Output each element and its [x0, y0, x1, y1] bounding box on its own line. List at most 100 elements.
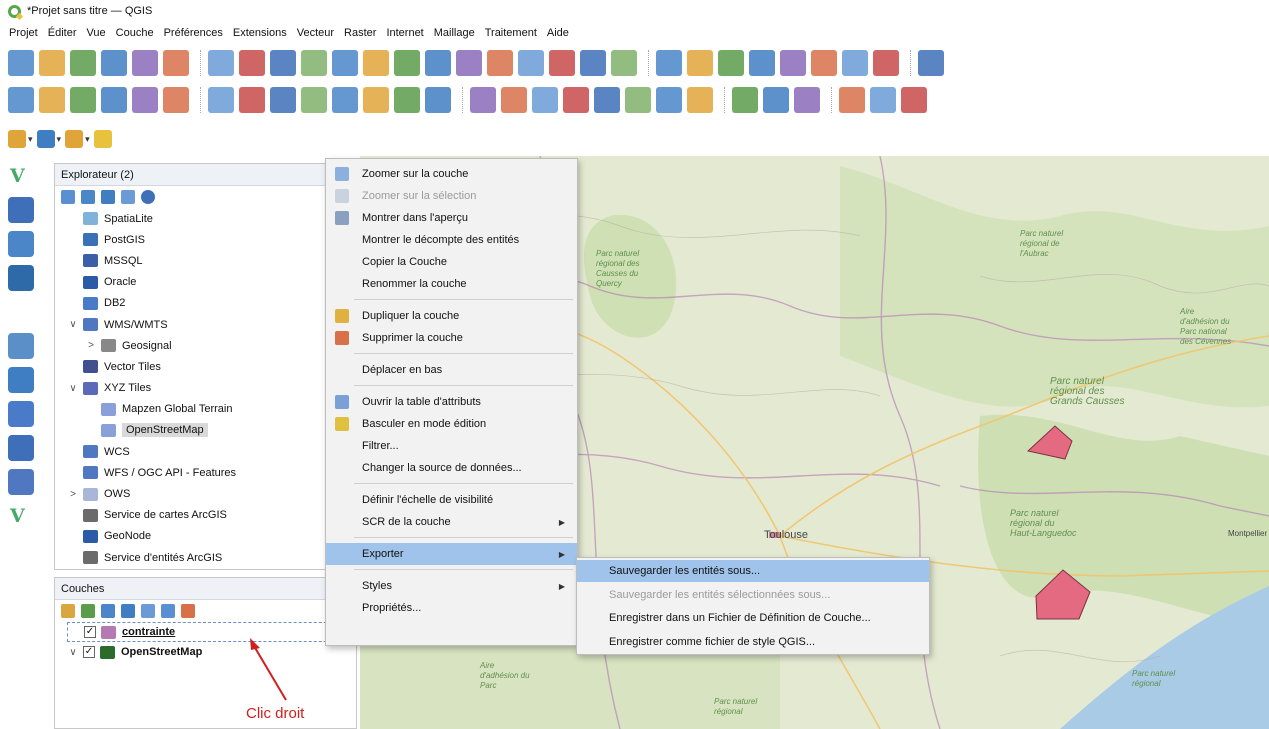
context-menu-item[interactable]: Renommer la couche: [326, 273, 577, 295]
redo-icon[interactable]: [425, 87, 451, 113]
filter-legend-icon[interactable]: [121, 604, 135, 618]
menu-projet[interactable]: Projet: [4, 27, 43, 39]
save-project-icon[interactable]: [70, 50, 96, 76]
dropdown-arrow-icon[interactable]: ▾: [85, 134, 90, 145]
layer-visibility-checkbox[interactable]: ✓: [84, 626, 96, 638]
context-menu-item[interactable]: Zoomer sur la couche: [326, 163, 577, 185]
select-icon[interactable]: [873, 50, 899, 76]
menu-editer[interactable]: Éditer: [43, 27, 82, 39]
identify-icon[interactable]: [656, 50, 682, 76]
menu-vecteur[interactable]: Vecteur: [292, 27, 339, 39]
attribute-table-icon[interactable]: [687, 50, 713, 76]
add-virtual-layer-icon[interactable]: [8, 333, 34, 359]
browser-item[interactable]: MSSQL: [67, 250, 356, 271]
context-menu-item[interactable]: Exporter ▶: [326, 543, 577, 565]
field-calculator-icon[interactable]: [718, 50, 744, 76]
deselect-icon[interactable]: [65, 130, 84, 148]
expander-icon[interactable]: ∨: [67, 383, 79, 394]
layer-item[interactable]: ✓ contrainte: [67, 622, 352, 642]
browser-item[interactable]: ∨ WMS/WMTS: [67, 314, 356, 335]
context-menu-item[interactable]: Basculer en mode édition: [326, 413, 577, 435]
export-submenu-item[interactable]: Enregistrer dans un Fichier de Définitio…: [577, 607, 929, 629]
zoom-full-icon[interactable]: [332, 50, 358, 76]
browser-item[interactable]: > OWS: [67, 483, 356, 504]
browser-item[interactable]: GeoNode: [67, 526, 356, 547]
geoprocessing-icon[interactable]: [794, 87, 820, 113]
zoom-next-icon[interactable]: [487, 50, 513, 76]
save-as-icon[interactable]: [101, 50, 127, 76]
expander-icon[interactable]: ∨: [67, 647, 79, 658]
add-wms-icon[interactable]: [8, 401, 34, 427]
add-delimited-text-icon[interactable]: [8, 265, 34, 291]
layer-item[interactable]: ∨ ✓ OpenStreetMap: [67, 642, 356, 662]
context-menu-item[interactable]: Définir l'échelle de visibilité: [326, 489, 577, 511]
dropdown-arrow-icon[interactable]: ▾: [28, 134, 33, 145]
collapse-all-icon[interactable]: [161, 604, 175, 618]
browser-item[interactable]: SpatiaLite: [67, 208, 356, 229]
label-rotate-icon[interactable]: [563, 87, 589, 113]
save-edits-icon[interactable]: [163, 87, 189, 113]
select-features-icon[interactable]: [8, 130, 26, 148]
statistics-icon[interactable]: [780, 50, 806, 76]
context-menu-item[interactable]: Déplacer en bas: [326, 359, 577, 381]
label-move-icon[interactable]: [532, 87, 558, 113]
python-icon[interactable]: [839, 87, 865, 113]
menu-couche[interactable]: Couche: [111, 27, 159, 39]
globe-icon[interactable]: [763, 87, 789, 113]
label-pin-icon[interactable]: [501, 87, 527, 113]
browser-item[interactable]: PostGIS: [67, 229, 356, 250]
add-feature-icon[interactable]: [208, 87, 234, 113]
refresh-icon[interactable]: [81, 190, 95, 204]
menu-preferences[interactable]: Préférences: [159, 27, 228, 39]
expander-icon[interactable]: >: [67, 489, 79, 500]
browser-item[interactable]: Mapzen Global Terrain: [67, 399, 356, 420]
menu-maillage[interactable]: Maillage: [429, 27, 480, 39]
vertex-tool-icon[interactable]: [239, 87, 265, 113]
plugin-icon[interactable]: [870, 87, 896, 113]
expander-icon[interactable]: >: [85, 340, 97, 351]
add-vector-layer-icon[interactable]: V: [8, 163, 34, 189]
show-bookmarks-icon[interactable]: [549, 50, 575, 76]
undo-icon[interactable]: [394, 87, 420, 113]
browser-item[interactable]: DB2: [67, 293, 356, 314]
context-menu-item[interactable]: Copier la Couche: [326, 251, 577, 273]
context-menu-item[interactable]: SCR de la couche ▶: [326, 511, 577, 533]
menu-traitement[interactable]: Traitement: [480, 27, 542, 39]
context-menu-item[interactable]: Propriétés...: [326, 597, 577, 619]
new-shapefile-icon[interactable]: [70, 87, 96, 113]
label-change-icon[interactable]: [594, 87, 620, 113]
context-menu-item[interactable]: Changer la source de données...: [326, 457, 577, 479]
export-submenu-item[interactable]: Enregistrer comme fichier de style QGIS.…: [577, 631, 929, 653]
open-project-icon[interactable]: [39, 50, 65, 76]
paste-features-icon[interactable]: [363, 87, 389, 113]
menu-extensions[interactable]: Extensions: [228, 27, 292, 39]
pan-to-selection-icon[interactable]: [239, 50, 265, 76]
collapse-all-icon[interactable]: [121, 190, 135, 204]
browser-item[interactable]: Vector Tiles: [67, 356, 356, 377]
add-postgis-icon[interactable]: [8, 367, 34, 393]
zoom-in-icon[interactable]: [270, 50, 296, 76]
manage-map-themes-icon[interactable]: [101, 604, 115, 618]
context-menu-item[interactable]: Styles ▶: [326, 575, 577, 597]
measure-icon[interactable]: [811, 50, 837, 76]
browser-item[interactable]: WFS / OGC API - Features: [67, 462, 356, 483]
processing-toolbox-icon[interactable]: [749, 50, 775, 76]
properties-icon[interactable]: [141, 190, 155, 204]
dropdown-arrow-icon[interactable]: ▾: [57, 134, 62, 145]
layout-manager-icon[interactable]: [163, 50, 189, 76]
add-selected-layers-icon[interactable]: [61, 190, 75, 204]
add-wcs-icon[interactable]: [8, 469, 34, 495]
text-annotation-icon[interactable]: [918, 50, 944, 76]
add-mesh-layer-icon[interactable]: [8, 231, 34, 257]
delete-selected-icon[interactable]: [270, 87, 296, 113]
cut-features-icon[interactable]: [301, 87, 327, 113]
label-style-icon[interactable]: [687, 87, 713, 113]
context-menu-item[interactable]: Ouvrir la table d'attributs: [326, 391, 577, 413]
context-menu-item[interactable]: Supprimer la couche: [326, 327, 577, 349]
new-bookmark-icon[interactable]: [518, 50, 544, 76]
context-menu-item[interactable]: Filtrer...: [326, 435, 577, 457]
remove-layer-icon[interactable]: [181, 604, 195, 618]
label-icon[interactable]: [470, 87, 496, 113]
context-menu-item[interactable]: Montrer dans l'aperçu: [326, 207, 577, 229]
temporal-controller-icon[interactable]: [580, 50, 606, 76]
